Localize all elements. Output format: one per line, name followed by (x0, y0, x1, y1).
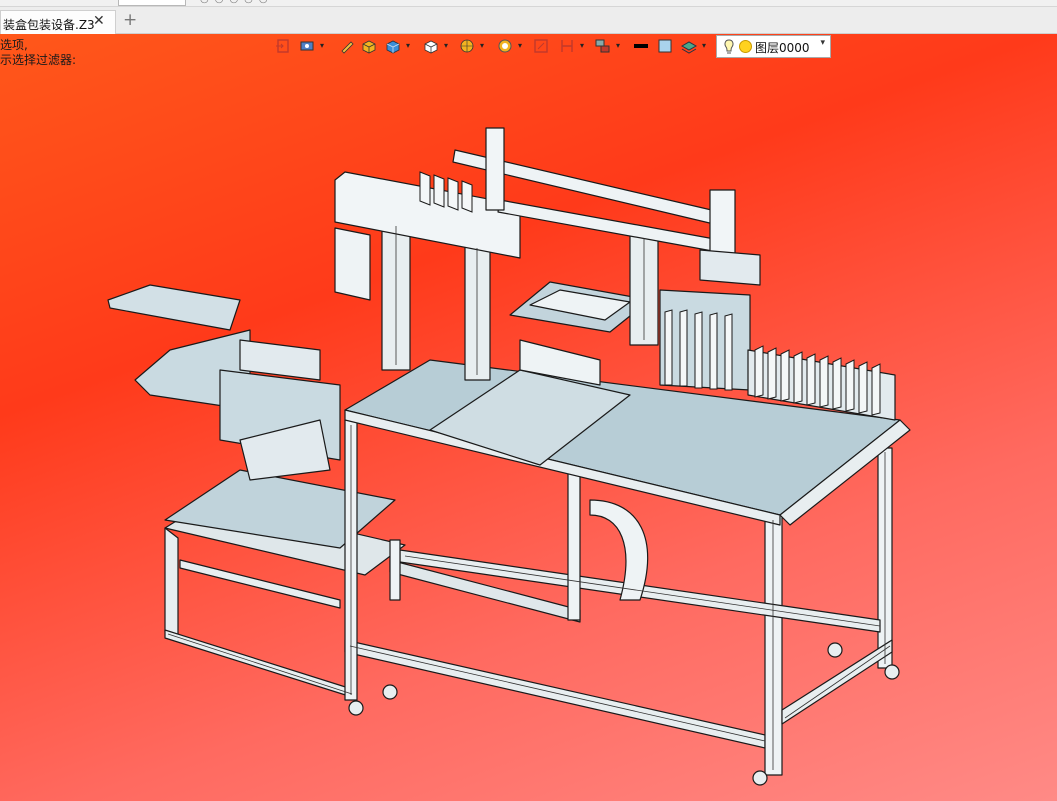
foot-1 (348, 700, 364, 716)
gripper-block (659, 289, 751, 391)
vertical-cylinder (485, 127, 505, 211)
column-middle (464, 239, 491, 381)
foot-2 (884, 664, 900, 680)
right-frame-front-rail (344, 639, 766, 749)
foot-3 (752, 770, 768, 786)
wheel-1 (382, 684, 398, 700)
machine-3d-model[interactable] (0, 0, 1057, 801)
disc-stack (334, 227, 371, 301)
wheel-2 (827, 642, 843, 658)
